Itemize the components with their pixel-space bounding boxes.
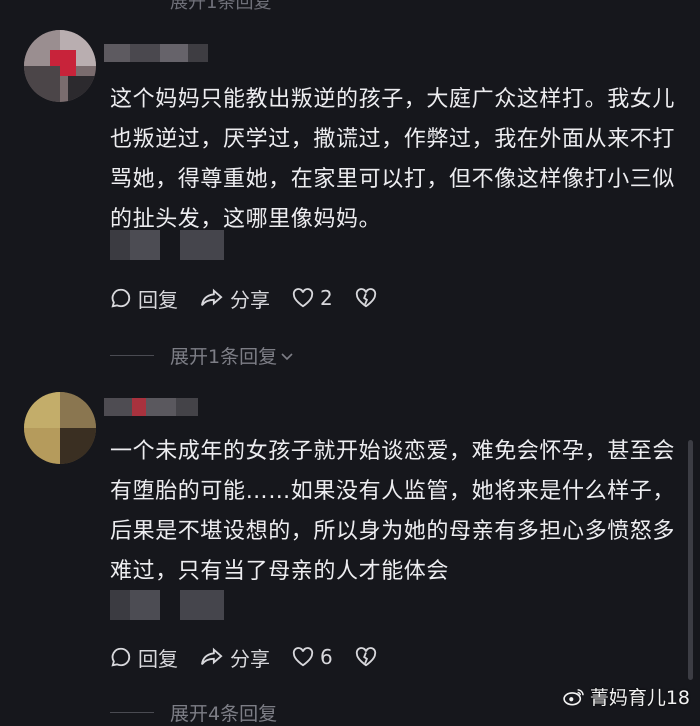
watermark: 菁妈育儿18	[563, 683, 690, 710]
weibo-logo-icon	[563, 688, 584, 705]
heart-icon	[292, 647, 314, 667]
like-count: 2	[320, 286, 333, 310]
broken-heart-icon	[355, 647, 376, 667]
share-label: 分享	[230, 287, 270, 312]
expand-label: 展开1条回复	[170, 0, 272, 13]
comment-actions: 回复 分享 6	[110, 642, 405, 672]
comment-bubble-icon	[111, 647, 131, 667]
share-button[interactable]: 分享	[200, 643, 270, 672]
share-label: 分享	[230, 646, 270, 671]
expand-replies-button[interactable]: 展开4条回复	[110, 699, 277, 726]
scrollbar[interactable]	[688, 440, 693, 680]
comment-actions: 回复 分享 2	[110, 283, 405, 313]
avatar[interactable]	[24, 30, 96, 102]
share-arrow-icon	[201, 647, 223, 665]
chevron-down-icon	[281, 352, 293, 360]
watermark-text: 菁妈育儿18	[589, 687, 690, 709]
share-arrow-icon	[201, 288, 223, 306]
like-button[interactable]: 2	[292, 286, 333, 310]
comment-text: 一个未成年的女孩子就开始谈恋爱，难免会怀孕，甚至会有堕胎的可能……如果没有人监管…	[110, 439, 676, 584]
comment-text: 这个妈妈只能教出叛逆的孩子，大庭广众这样打。我女儿也叛逆过，厌学过，撒谎过，作弊…	[110, 87, 676, 232]
dislike-button[interactable]	[355, 288, 383, 308]
reply-label: 回复	[138, 287, 178, 312]
like-count: 6	[320, 645, 333, 669]
expand-replies-button[interactable]: 展开1条回复	[110, 342, 295, 369]
share-button[interactable]: 分享	[200, 284, 270, 313]
divider-line	[110, 712, 154, 713]
reply-button[interactable]: 回复	[110, 284, 178, 313]
heart-icon	[292, 288, 314, 308]
reply-label: 回复	[138, 646, 178, 671]
comment-bubble-icon	[111, 288, 131, 308]
dislike-button[interactable]	[355, 647, 383, 667]
reply-button[interactable]: 回复	[110, 643, 178, 672]
like-button[interactable]: 6	[292, 645, 333, 669]
avatar[interactable]	[24, 392, 96, 464]
expand-label: 展开1条回复	[170, 346, 278, 368]
expand-label: 展开4条回复	[170, 703, 278, 725]
expand-replies-top[interactable]: 展开1条回复	[170, 0, 271, 14]
broken-heart-icon	[355, 288, 376, 308]
divider-line	[110, 355, 154, 356]
